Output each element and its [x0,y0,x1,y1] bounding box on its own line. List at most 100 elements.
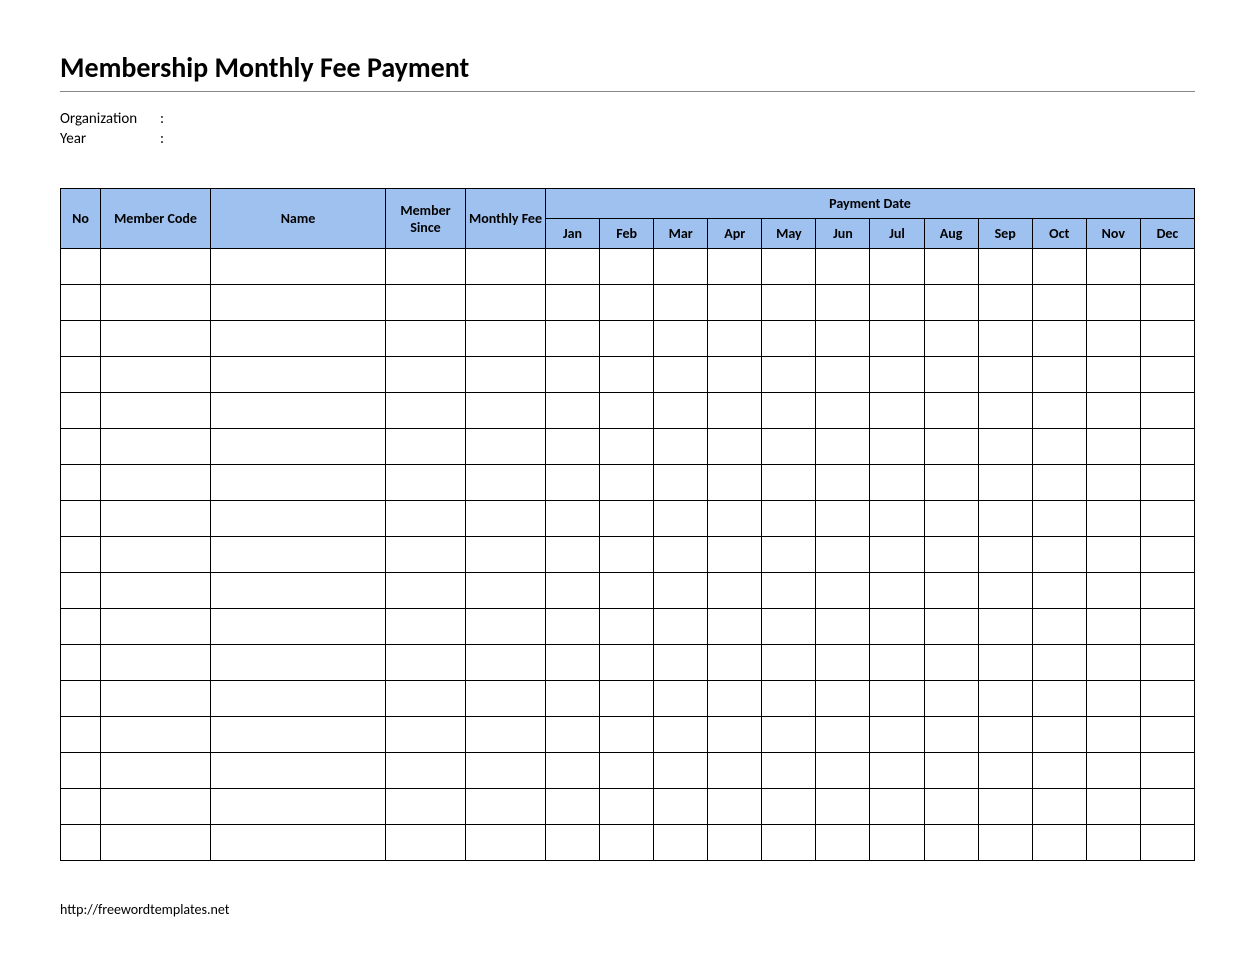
table-cell [1032,465,1086,501]
table-cell [211,789,386,825]
table-cell [600,717,654,753]
table-cell [386,537,466,573]
table-cell [546,681,600,717]
table-cell [211,681,386,717]
table-row [61,645,1195,681]
table-row [61,249,1195,285]
table-cell [1086,537,1140,573]
table-cell [708,429,762,465]
table-cell [762,501,816,537]
table-cell [1086,825,1140,861]
table-cell [762,249,816,285]
table-cell [101,285,211,321]
table-cell [816,681,870,717]
table-row [61,285,1195,321]
table-cell [924,429,978,465]
table-cell [654,357,708,393]
table-cell [546,249,600,285]
table-cell [816,753,870,789]
table-row [61,501,1195,537]
meta-block: Organization : Year : [60,110,1195,148]
table-cell [924,609,978,645]
table-cell [1032,537,1086,573]
table-cell [546,357,600,393]
table-cell [211,825,386,861]
table-cell [101,753,211,789]
table-cell [816,357,870,393]
table-cell [466,285,546,321]
table-cell [61,573,101,609]
table-cell [870,285,924,321]
table-cell [211,573,386,609]
table-cell [466,321,546,357]
table-cell [654,321,708,357]
table-cell [1086,609,1140,645]
table-cell [386,789,466,825]
table-cell [978,537,1032,573]
table-cell [654,681,708,717]
table-cell [708,537,762,573]
table-cell [101,573,211,609]
table-cell [466,681,546,717]
header-month-feb: Feb [600,219,654,249]
table-cell [654,753,708,789]
table-cell [1140,249,1194,285]
table-cell [61,465,101,501]
table-cell [101,789,211,825]
table-cell [1140,573,1194,609]
table-cell [924,681,978,717]
table-cell [762,789,816,825]
table-cell [816,573,870,609]
table-cell [816,501,870,537]
table-cell [1086,645,1140,681]
table-cell [816,609,870,645]
table-cell [61,393,101,429]
meta-colon: : [160,130,170,148]
table-cell [546,753,600,789]
table-cell [386,465,466,501]
table-cell [870,429,924,465]
table-cell [61,681,101,717]
table-row [61,465,1195,501]
table-cell [870,753,924,789]
table-cell [1032,789,1086,825]
table-cell [101,717,211,753]
table-cell [600,753,654,789]
table-cell [466,825,546,861]
table-cell [654,501,708,537]
header-month-nov: Nov [1086,219,1140,249]
table-cell [924,249,978,285]
header-member-since: Member Since [386,189,466,249]
table-cell [708,573,762,609]
table-cell [816,537,870,573]
table-cell [978,609,1032,645]
table-cell [654,537,708,573]
table-cell [708,393,762,429]
table-cell [708,681,762,717]
table-cell [924,645,978,681]
table-body [61,249,1195,861]
year-label: Year [60,130,160,148]
payment-table: No Member Code Name Member Since Monthly… [60,188,1195,861]
table-cell [466,357,546,393]
header-month-may: May [762,219,816,249]
table-cell [924,717,978,753]
table-cell [654,789,708,825]
table-cell [1086,429,1140,465]
table-cell [654,825,708,861]
table-cell [101,393,211,429]
table-cell [762,825,816,861]
table-cell [1086,321,1140,357]
header-no: No [61,189,101,249]
table-cell [1032,357,1086,393]
table-cell [61,357,101,393]
table-cell [762,393,816,429]
table-cell [870,573,924,609]
table-cell [762,573,816,609]
table-cell [1032,717,1086,753]
table-cell [600,321,654,357]
table-cell [600,537,654,573]
table-cell [1086,249,1140,285]
organization-label: Organization [60,110,160,128]
table-cell [101,825,211,861]
